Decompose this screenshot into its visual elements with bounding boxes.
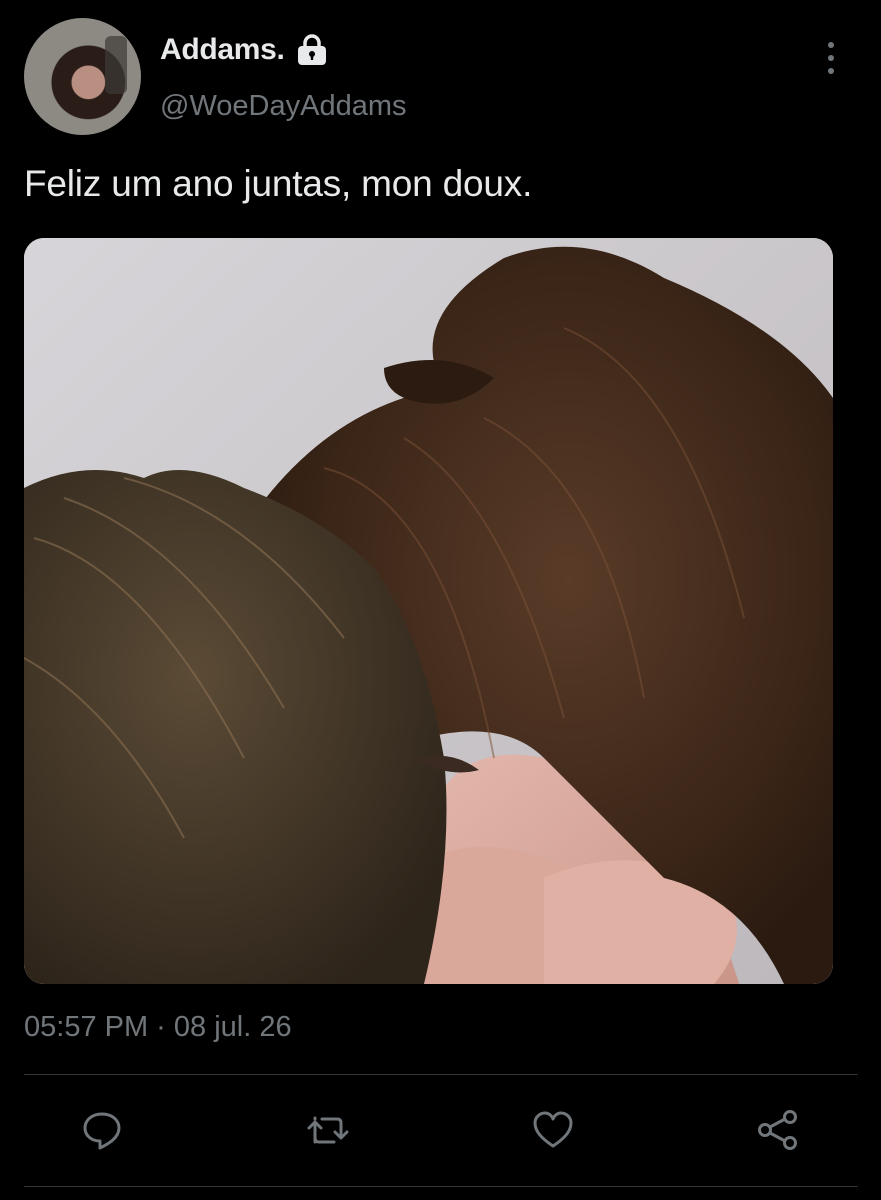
more-dot-icon — [828, 68, 834, 74]
retweet-icon — [307, 1116, 349, 1144]
reply-icon — [83, 1112, 121, 1150]
tweet-photo[interactable] — [24, 238, 833, 984]
retweet-button[interactable] — [304, 1106, 352, 1154]
more-options-button[interactable] — [816, 40, 846, 76]
tweet-text: Feliz um ano juntas, mon doux. — [24, 163, 533, 204]
divider — [24, 1186, 858, 1187]
display-name[interactable]: Addams. — [160, 33, 285, 67]
tweet-timestamp[interactable]: 05:57 PM · 08 jul. 26 — [24, 1011, 292, 1044]
author-name-row: Addams. — [160, 33, 329, 67]
like-icon — [533, 1111, 573, 1148]
share-button[interactable] — [754, 1106, 802, 1154]
more-dot-icon — [828, 42, 834, 48]
like-button[interactable] — [529, 1106, 577, 1154]
avatar-detail — [105, 36, 127, 94]
more-dot-icon — [828, 55, 834, 61]
reply-button[interactable] — [78, 1106, 126, 1154]
tweet-actions-bar — [0, 1106, 881, 1156]
user-handle[interactable]: @WoeDayAddams — [160, 90, 407, 123]
lock-icon — [295, 33, 329, 67]
share-icon — [758, 1110, 797, 1150]
avatar[interactable] — [24, 18, 141, 135]
divider — [24, 1074, 858, 1075]
